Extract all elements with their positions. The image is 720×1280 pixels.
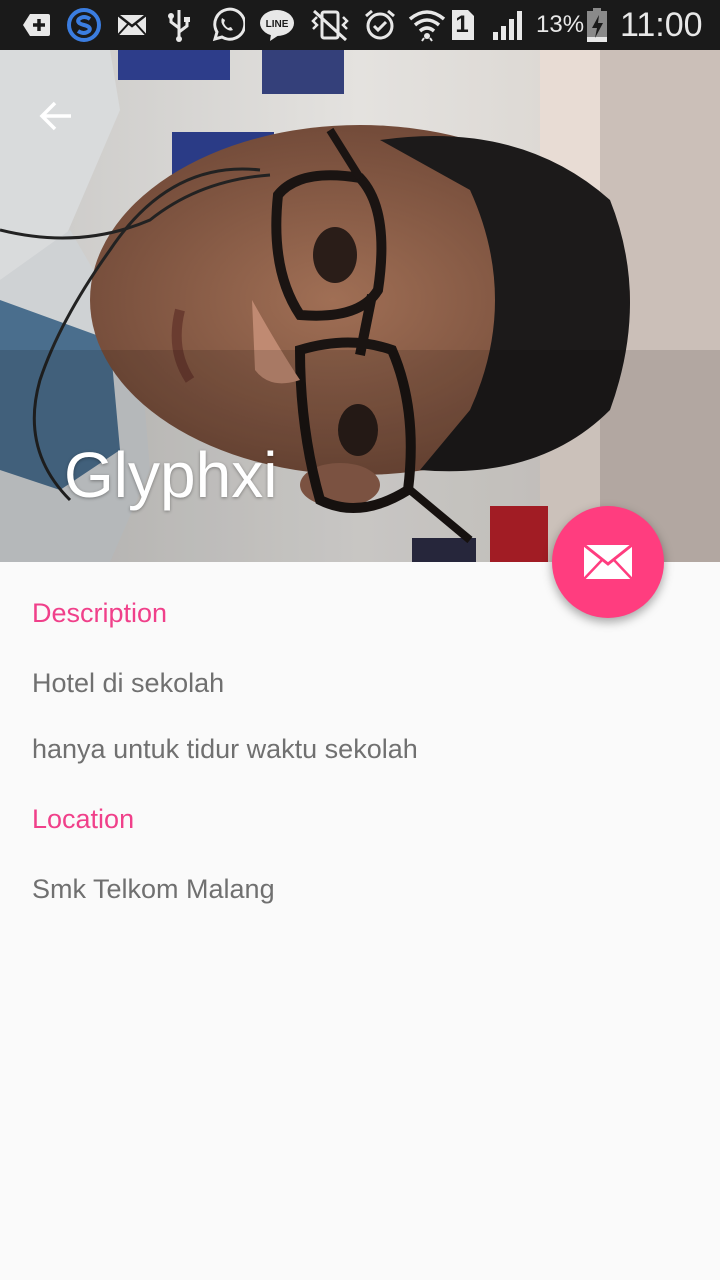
location-heading: Location (32, 804, 135, 834)
header-photo: Glyphxi (0, 50, 720, 562)
s-app-icon (66, 8, 102, 42)
signal-icon (490, 8, 526, 42)
svg-text:LINE: LINE (266, 19, 289, 30)
location-value: Smk Telkom Malang (32, 874, 275, 904)
arrow-back-icon (39, 101, 71, 131)
back-button[interactable] (26, 86, 86, 146)
whatsapp-icon (208, 7, 246, 42)
mail-icon (116, 8, 148, 42)
alarm-icon (362, 8, 398, 42)
sim-slot-label: 1 (455, 11, 469, 38)
usb-icon (164, 8, 194, 42)
battery-percent: 13% (536, 11, 585, 38)
description-heading: Description (32, 598, 168, 628)
status-bar: LINE 1 13% 11:00 (0, 0, 720, 50)
sim-1-icon: 1 (449, 8, 477, 42)
vibrate-mute-icon (308, 8, 352, 42)
wifi-icon (408, 8, 446, 42)
battery-charging-icon (585, 8, 609, 42)
page-title: Glyphxi (64, 439, 278, 511)
description-line-2: hanya untuk tidur waktu sekolah (32, 734, 418, 764)
send-email-button[interactable] (552, 506, 664, 618)
description-line-1: Hotel di sekolah (32, 668, 225, 698)
clock: 11:00 (620, 6, 703, 44)
add-box-icon (20, 8, 54, 42)
mail-icon (583, 544, 633, 580)
line-app-icon: LINE (258, 8, 296, 42)
